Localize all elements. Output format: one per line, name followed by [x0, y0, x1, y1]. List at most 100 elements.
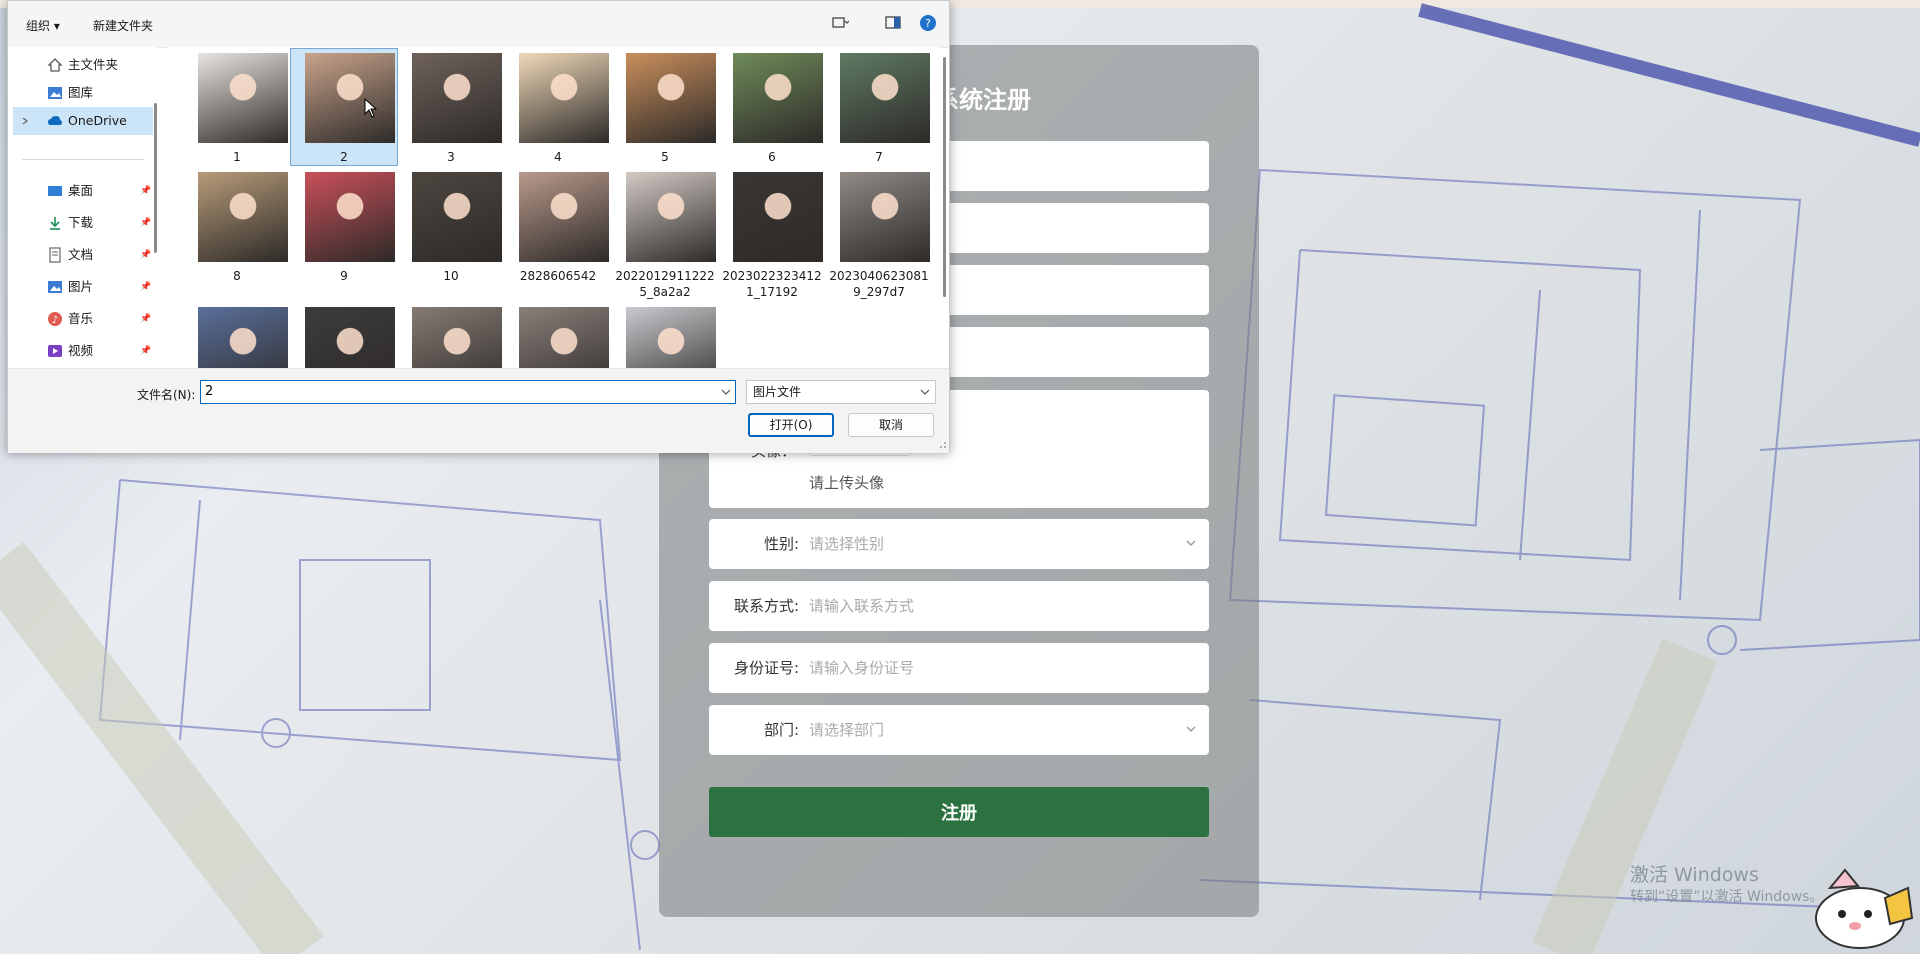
view-options-icon[interactable] — [831, 14, 849, 32]
image-preview — [733, 172, 823, 262]
gallery-icon — [48, 87, 62, 99]
file-thumbnail[interactable]: 1 — [184, 49, 290, 165]
file-name: 7 — [875, 150, 883, 164]
nav-item-pictures[interactable]: 图片 📌 — [13, 273, 153, 301]
image-preview — [305, 307, 395, 368]
nav-item-label: 文档 — [68, 247, 94, 262]
file-type-select[interactable]: 图片文件 — [746, 380, 936, 404]
file-thumbnail[interactable] — [612, 303, 718, 368]
file-thumbnail[interactable]: 6 — [719, 49, 825, 165]
chevron-down-icon[interactable] — [920, 387, 930, 397]
open-button[interactable]: 打开(O) — [748, 413, 834, 437]
home-icon — [47, 58, 63, 72]
pictures-icon — [48, 281, 62, 293]
filename-label: 文件名(N): — [137, 388, 196, 402]
filename-input[interactable]: 2 — [200, 380, 736, 404]
image-preview — [840, 53, 930, 143]
image-preview — [519, 172, 609, 262]
nav-item-onedrive[interactable]: OneDrive — [13, 107, 153, 135]
nav-item-downloads[interactable]: 下载 📌 — [13, 209, 153, 237]
chevron-down-icon — [1186, 726, 1196, 732]
pin-icon: 📌 — [140, 186, 152, 196]
file-thumbnail[interactable]: 20220129112225_8a2a2 — [612, 168, 718, 299]
gender-select[interactable]: 性别: 请选择性别 — [709, 519, 1209, 569]
department-label: 部门: — [763, 721, 799, 739]
mascot-sticker — [1815, 868, 1914, 949]
id-card-placeholder: 请输入身份证号 — [809, 659, 915, 677]
gender-label: 性别: — [763, 535, 799, 553]
id-card-field[interactable]: 身份证号: 请输入身份证号 — [709, 643, 1209, 693]
file-thumbnail[interactable]: 7 — [826, 49, 932, 165]
file-name: 6 — [768, 150, 776, 164]
file-thumbnail[interactable]: 8 — [184, 168, 290, 298]
image-preview — [198, 307, 288, 368]
file-thumbnail[interactable] — [505, 303, 611, 368]
document-icon — [49, 247, 61, 263]
help-icon[interactable]: ? — [919, 14, 937, 32]
file-thumbnail[interactable]: 3 — [398, 49, 504, 165]
dialog-toolbar: 组织 ▾ 新建文件夹 ? — [8, 1, 949, 48]
file-name: 20230223234121_17192 — [722, 269, 822, 299]
pin-icon: 📌 — [140, 250, 152, 260]
nav-item-label: 桌面 — [68, 183, 94, 198]
pin-icon: 📌 — [140, 346, 152, 356]
nav-item-home[interactable]: 主文件夹 — [13, 51, 153, 79]
file-thumbnail[interactable] — [184, 303, 290, 368]
nav-item-music[interactable]: ♪ 音乐 📌 — [13, 305, 153, 333]
preview-pane-icon[interactable] — [884, 14, 902, 32]
chevron-right-icon[interactable] — [21, 117, 29, 125]
pin-icon: 📌 — [140, 218, 152, 228]
file-thumbnail[interactable]: 9 — [291, 168, 397, 298]
nav-item-label: 视频 — [68, 343, 94, 358]
resize-grip-icon[interactable] — [937, 441, 947, 451]
file-grid-scrollbar[interactable] — [943, 57, 946, 297]
file-thumbnail[interactable]: 20230406230819_297d7 — [826, 168, 932, 299]
music-icon: ♪ — [48, 312, 62, 326]
file-thumbnail[interactable]: 2 — [290, 48, 398, 166]
file-name: 2828606542 — [519, 269, 597, 283]
nav-item-videos[interactable]: 视频 📌 — [13, 337, 153, 365]
mouse-cursor-icon — [364, 98, 378, 118]
department-select[interactable]: 部门: 请选择部门 — [709, 705, 1209, 755]
download-icon — [50, 217, 60, 230]
image-preview — [626, 172, 716, 262]
department-placeholder: 请选择部门 — [809, 721, 885, 739]
activation-watermark-title: 激活 Windows — [1630, 864, 1759, 886]
file-thumbnail[interactable] — [398, 303, 504, 368]
nav-item-label: 下载 — [68, 215, 94, 230]
nav-item-desktop[interactable]: 桌面 📌 — [13, 177, 153, 205]
file-grid: 1 2 3 4 5 6 7 8 9 10 2828606542 20220129112225_8a2a… — [168, 47, 938, 368]
file-name: 1 — [233, 150, 241, 164]
svg-text:♪: ♪ — [52, 315, 58, 326]
file-thumbnail[interactable] — [291, 303, 397, 368]
file-thumbnail[interactable]: 4 — [505, 49, 611, 165]
id-card-label: 身份证号: — [733, 659, 799, 677]
image-preview — [840, 172, 930, 262]
file-thumbnail[interactable]: 5 — [612, 49, 718, 165]
image-preview — [519, 307, 609, 368]
image-preview — [412, 172, 502, 262]
new-folder-button[interactable]: 新建文件夹 — [93, 17, 153, 34]
register-button[interactable]: 注册 — [709, 787, 1209, 837]
image-preview — [412, 53, 502, 143]
nav-scrollbar[interactable] — [154, 103, 157, 253]
file-thumbnail[interactable]: 2828606542 — [505, 168, 611, 298]
cancel-button[interactable]: 取消 — [848, 413, 934, 437]
organize-button[interactable]: 组织 ▾ — [26, 17, 60, 34]
contact-field[interactable]: 联系方式: 请输入联系方式 — [709, 581, 1209, 631]
image-preview — [305, 53, 395, 143]
nav-item-documents[interactable]: 文档 📌 — [13, 241, 153, 269]
file-name: 20220129112225_8a2a2 — [615, 269, 715, 299]
svg-text:?: ? — [925, 17, 931, 30]
file-name: 2 — [340, 150, 348, 164]
file-name: 8 — [233, 269, 241, 283]
image-preview — [733, 53, 823, 143]
image-preview — [519, 53, 609, 143]
nav-item-label: 图片 — [68, 279, 94, 294]
chevron-down-icon[interactable] — [721, 387, 731, 397]
file-thumbnail[interactable]: 10 — [398, 168, 504, 298]
file-thumbnail[interactable]: 20230223234121_17192 — [719, 168, 825, 299]
nav-item-gallery[interactable]: 图库 — [13, 79, 153, 107]
nav-item-label: 图库 — [68, 85, 94, 100]
nav-item-label: OneDrive — [68, 113, 127, 128]
